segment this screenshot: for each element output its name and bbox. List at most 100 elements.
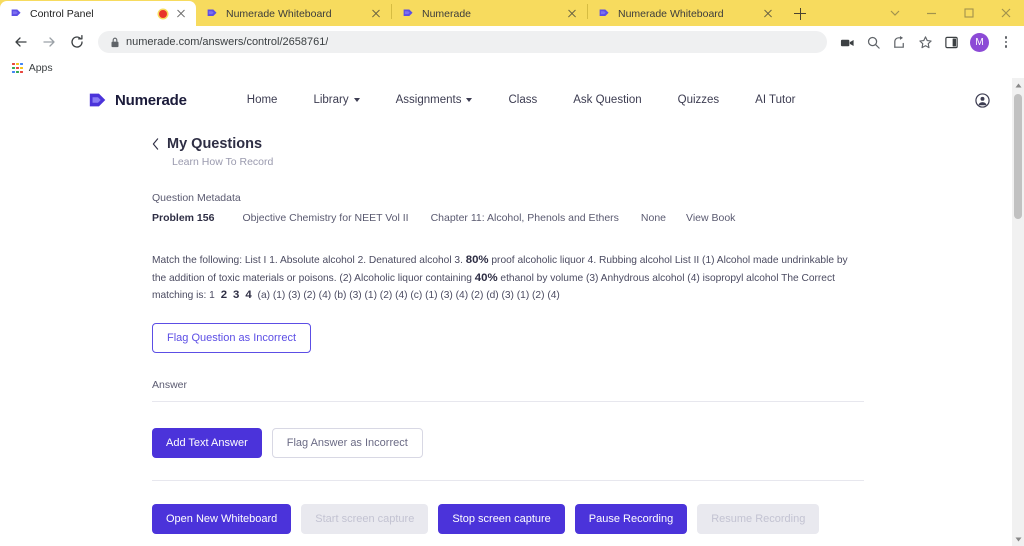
back-chevron-icon[interactable] xyxy=(152,138,159,150)
numerade-favicon xyxy=(599,9,609,16)
profile-avatar[interactable]: M xyxy=(970,32,989,52)
search-icon[interactable] xyxy=(861,30,885,54)
tab-close-icon[interactable] xyxy=(761,7,775,21)
answer-actions: Add Text Answer Flag Answer as Incorrect xyxy=(152,428,1012,459)
tab-close-icon[interactable] xyxy=(369,7,383,21)
nav-label: Home xyxy=(246,94,278,106)
start-screen-capture-button: Start screen capture xyxy=(301,504,429,535)
answer-section-label: Answer xyxy=(152,379,188,392)
browser-tab-3[interactable]: Numerade Whiteboard xyxy=(588,1,783,26)
question-part-1: Match the following: List I 1. Absolute … xyxy=(152,255,466,266)
browser-toolbar: numerade.com/answers/control/2658761/ M xyxy=(0,26,1024,58)
tab-title: Numerade xyxy=(422,7,472,20)
tab-close-icon[interactable] xyxy=(565,7,579,21)
window-controls xyxy=(876,0,1024,26)
view-book-link[interactable]: View Book xyxy=(686,212,735,224)
page-subtitle[interactable]: Learn How To Record xyxy=(172,156,1012,168)
metadata-row: Problem 156 Objective Chemistry for NEET… xyxy=(152,212,1012,224)
page-scrollbar[interactable] xyxy=(1012,78,1024,546)
question-percent-2: 40% xyxy=(474,271,498,284)
tab-strip: Control Panel Numerade Whiteboard Numera… xyxy=(0,0,1024,26)
browser-menu-icon[interactable] xyxy=(996,30,1016,54)
site-header: Numerade Home Library Assignments Class … xyxy=(0,78,1012,122)
nav-item-home[interactable]: Home xyxy=(229,94,296,106)
browser-tab-1[interactable]: Numerade Whiteboard xyxy=(196,1,391,26)
address-bar[interactable]: numerade.com/answers/control/2658761/ xyxy=(98,31,827,53)
bookmark-star-icon[interactable] xyxy=(913,30,937,54)
nav-item-ai-tutor[interactable]: AI Tutor xyxy=(737,94,813,106)
nav-item-quizzes[interactable]: Quizzes xyxy=(660,94,738,106)
url-text: numerade.com/answers/control/2658761/ xyxy=(126,36,329,48)
browser-tab-0[interactable]: Control Panel xyxy=(0,1,196,26)
metadata-problem: Problem 156 xyxy=(152,212,215,224)
numerade-favicon xyxy=(11,9,21,16)
metadata-book: Objective Chemistry for NEET Vol II xyxy=(242,212,409,224)
flag-answer-button[interactable]: Flag Answer as Incorrect xyxy=(271,428,423,459)
page-content: My Questions Learn How To Record Questio… xyxy=(0,136,1012,546)
reload-icon[interactable] xyxy=(64,29,90,55)
nav-label: AI Tutor xyxy=(755,94,796,106)
browser-window: Control Panel Numerade Whiteboard Numera… xyxy=(0,0,1024,546)
stop-screen-capture-button[interactable]: Stop screen capture xyxy=(438,504,565,535)
nav-label: Assignments xyxy=(395,94,462,106)
nav-item-class[interactable]: Class xyxy=(490,94,555,106)
video-camera-icon[interactable] xyxy=(835,30,859,54)
tab-search-chevron-down-icon[interactable] xyxy=(876,0,913,26)
metadata-section: None xyxy=(640,212,667,224)
lock-icon xyxy=(111,37,119,47)
nav-label: Quizzes xyxy=(677,94,720,106)
flag-question-button[interactable]: Flag Question as Incorrect xyxy=(152,323,312,354)
forward-icon[interactable] xyxy=(36,29,62,55)
divider xyxy=(152,480,864,482)
numerade-logo-icon xyxy=(89,93,106,107)
recording-controls: Open New Whiteboard Start screen capture… xyxy=(152,504,1012,535)
resume-recording-button: Resume Recording xyxy=(697,504,820,535)
side-panel-icon[interactable] xyxy=(939,30,963,54)
apps-grid-icon[interactable] xyxy=(12,62,23,74)
page-title: My Questions xyxy=(167,136,263,152)
nav-label: Class xyxy=(508,94,538,106)
nav-label: Library xyxy=(313,94,349,106)
chevron-down-icon xyxy=(466,98,473,102)
main-nav: Home Library Assignments Class Ask Quest… xyxy=(229,94,814,106)
metadata-chapter: Chapter 11: Alcohol, Phenols and Ethers xyxy=(430,212,619,224)
numerade-favicon xyxy=(207,9,217,16)
question-text: Match the following: List I 1. Absolute … xyxy=(152,252,864,305)
tab-close-icon[interactable] xyxy=(174,7,188,21)
nav-item-library[interactable]: Library xyxy=(295,94,377,106)
question-number-2: 2 xyxy=(220,289,228,302)
metadata-label: Question Metadata xyxy=(152,192,241,204)
numerade-logo[interactable]: Numerade xyxy=(88,91,187,109)
breadcrumb: My Questions xyxy=(152,136,1012,152)
pause-recording-button[interactable]: Pause Recording xyxy=(574,504,688,535)
new-tab-button[interactable] xyxy=(787,1,813,26)
page-viewport: Numerade Home Library Assignments Class … xyxy=(0,78,1024,546)
question-number-3: 3 xyxy=(233,289,240,302)
back-icon[interactable] xyxy=(8,29,34,55)
nav-label: Ask Question xyxy=(573,94,642,106)
maximize-icon[interactable] xyxy=(950,0,987,26)
question-part-4: (a) (1) (3) (2) (4) (b) (3) (1) (2) (4) … xyxy=(254,290,560,302)
tab-title: Numerade Whiteboard xyxy=(226,7,332,20)
bookmark-apps-label[interactable]: Apps xyxy=(29,62,53,74)
scroll-up-icon[interactable] xyxy=(1012,78,1024,92)
share-icon[interactable] xyxy=(887,30,911,54)
tab-recording-indicator-icon xyxy=(159,9,167,18)
nav-item-ask-question[interactable]: Ask Question xyxy=(555,94,659,106)
open-new-whiteboard-button[interactable]: Open New Whiteboard xyxy=(152,504,292,535)
numerade-favicon xyxy=(403,9,413,16)
scrollbar-thumb[interactable] xyxy=(1014,94,1022,219)
tab-title: Numerade Whiteboard xyxy=(618,7,724,20)
scroll-down-icon[interactable] xyxy=(1012,532,1024,546)
flag-question-wrap: Flag Question as Incorrect xyxy=(152,323,1012,354)
close-icon[interactable] xyxy=(987,0,1024,26)
browser-tab-2[interactable]: Numerade xyxy=(392,1,587,26)
add-text-answer-button[interactable]: Add Text Answer xyxy=(152,428,262,459)
question-percent-1: 80% xyxy=(465,254,489,266)
account-circle-icon[interactable] xyxy=(975,92,990,108)
minimize-icon[interactable] xyxy=(913,0,950,26)
numerade-page: Numerade Home Library Assignments Class … xyxy=(0,78,1012,546)
bookmarks-bar: Apps xyxy=(0,58,1024,78)
nav-item-assignments[interactable]: Assignments xyxy=(378,94,491,106)
tab-title: Control Panel xyxy=(30,7,94,20)
